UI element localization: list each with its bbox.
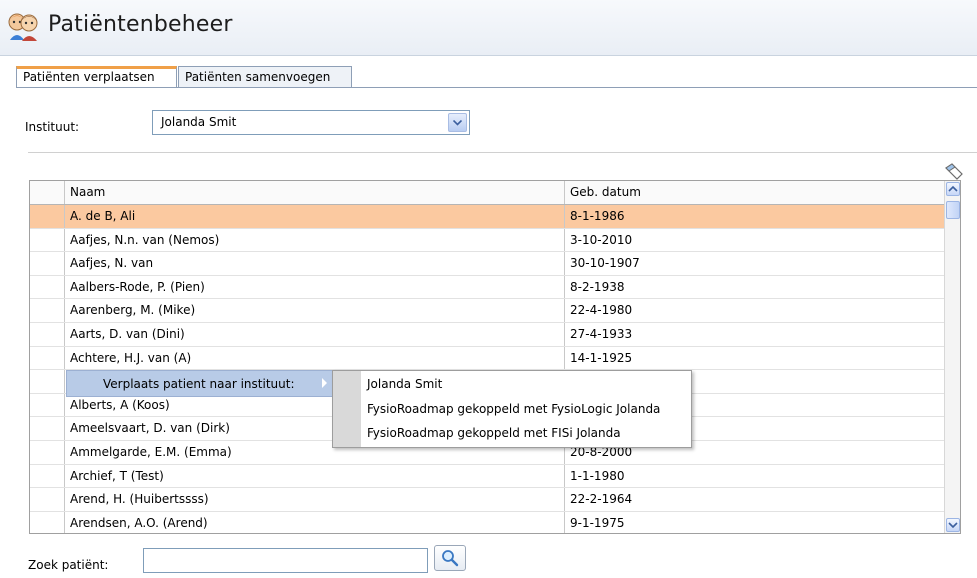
cell-naam: Aafjes, N. van bbox=[70, 256, 154, 271]
column-separator bbox=[64, 370, 65, 393]
cell-geb-datum: 22-4-1980 bbox=[570, 303, 633, 318]
column-separator bbox=[64, 322, 65, 346]
column-separator bbox=[564, 181, 565, 204]
cell-geb-datum: 1-1-1980 bbox=[570, 468, 625, 483]
scroll-up-button[interactable] bbox=[946, 182, 960, 196]
patient-grid: Naam Geb. datum A. de B, Ali 8-1-1986 Aafj… bbox=[29, 180, 961, 534]
institute-select-value: Jolanda Smit bbox=[161, 115, 237, 129]
cell-naam: Aarts, D. van (Dini) bbox=[70, 326, 185, 341]
search-icon bbox=[442, 550, 459, 567]
cell-naam: Ammelgarde, E.M. (Emma) bbox=[70, 444, 232, 459]
column-separator bbox=[64, 252, 65, 275]
submenu-item-jolanda-smit[interactable]: Jolanda Smit bbox=[367, 377, 442, 397]
scroll-down-button[interactable] bbox=[946, 518, 960, 532]
grid-header: Naam Geb. datum bbox=[30, 181, 945, 205]
column-separator bbox=[564, 299, 565, 322]
table-row[interactable]: A. de B, Ali 8-1-1986 bbox=[30, 205, 945, 229]
cell-geb-datum: 9-1-1975 bbox=[570, 515, 625, 530]
column-separator bbox=[564, 275, 565, 299]
table-row[interactable]: Achtere, H.J. van (A) 14-1-1925 bbox=[30, 346, 945, 371]
column-separator bbox=[564, 205, 565, 228]
cell-naam: Achtere, H.J. van (A) bbox=[70, 350, 192, 365]
column-header-geb-datum[interactable]: Geb. datum bbox=[570, 185, 641, 199]
column-separator bbox=[64, 275, 65, 299]
cell-naam: Aafjes, N.n. van (Nemos) bbox=[70, 232, 220, 247]
table-row[interactable]: Aarenberg, M. (Mike) 22-4-1980 bbox=[30, 299, 945, 323]
page-title: Patiëntenbeheer bbox=[48, 12, 233, 37]
cell-geb-datum: 22-2-1964 bbox=[570, 492, 633, 507]
column-separator bbox=[64, 205, 65, 228]
separator bbox=[28, 152, 977, 153]
table-row[interactable]: Aalbers-Rode, P. (Pien) 8-2-1938 bbox=[30, 275, 945, 300]
context-menu-label: Verplaats patient naar instituut: bbox=[103, 377, 295, 391]
cell-naam: Arend, H. (Huibertssss) bbox=[70, 492, 209, 507]
search-label: Zoek patiënt: bbox=[28, 558, 109, 572]
cell-geb-datum: 3-10-2010 bbox=[570, 232, 633, 247]
column-separator bbox=[564, 488, 565, 511]
context-menu-item-move-patient[interactable]: Verplaats patient naar instituut: bbox=[66, 370, 336, 397]
column-separator bbox=[564, 464, 565, 488]
table-row[interactable]: Arend, H. (Huibertssss) 22-2-1964 bbox=[30, 488, 945, 512]
cell-geb-datum: 30-10-1907 bbox=[570, 256, 640, 271]
cell-naam: Alberts, A (Koos) bbox=[70, 397, 170, 412]
column-separator bbox=[64, 440, 65, 464]
column-separator bbox=[564, 511, 565, 533]
institute-label: Instituut: bbox=[25, 120, 80, 134]
cell-geb-datum: 8-1-1986 bbox=[570, 209, 625, 223]
scroll-thumb[interactable] bbox=[946, 201, 960, 219]
column-header-naam[interactable]: Naam bbox=[70, 185, 105, 199]
institute-submenu: Jolanda Smit FysioRoadmap gekoppeld met … bbox=[332, 370, 692, 448]
tab-patienten-verplaatsen[interactable]: Patiënten verplaatsen bbox=[16, 66, 177, 88]
column-separator bbox=[64, 464, 65, 488]
table-row[interactable]: Aarts, D. van (Dini) 27-4-1933 bbox=[30, 322, 945, 347]
submenu-item-fysiologic-jolanda[interactable]: FysioRoadmap gekoppeld met FysioLogic Jo… bbox=[367, 402, 660, 422]
table-row[interactable]: Aafjes, N. van 30-10-1907 bbox=[30, 252, 945, 276]
institute-select[interactable]: Jolanda Smit bbox=[152, 110, 470, 135]
column-separator bbox=[64, 346, 65, 370]
table-row[interactable]: Arendsen, A.O. (Arend) 9-1-1975 bbox=[30, 511, 945, 533]
column-separator bbox=[564, 252, 565, 275]
cell-naam: Aarenberg, M. (Mike) bbox=[70, 303, 196, 318]
submenu-item-fisi-jolanda[interactable]: FysioRoadmap gekoppeld met FISi Jolanda bbox=[367, 426, 621, 446]
cell-geb-datum: 27-4-1933 bbox=[570, 326, 633, 341]
chevron-right-icon bbox=[322, 378, 327, 388]
cell-naam: Ameelsvaart, D. van (Dirk) bbox=[70, 421, 230, 436]
search-button[interactable] bbox=[434, 545, 466, 571]
column-separator bbox=[64, 393, 65, 417]
cell-geb-datum: 14-1-1925 bbox=[570, 350, 633, 365]
cell-geb-datum: 8-2-1938 bbox=[570, 279, 625, 294]
search-input[interactable] bbox=[143, 548, 428, 573]
submenu-gutter bbox=[333, 371, 361, 447]
column-separator bbox=[64, 417, 65, 440]
table-row[interactable]: Aafjes, N.n. van (Nemos) 3-10-2010 bbox=[30, 228, 945, 253]
cell-naam: Arendsen, A.O. (Arend) bbox=[70, 515, 208, 530]
column-separator bbox=[64, 228, 65, 252]
table-row[interactable]: Archief, T (Test) 1-1-1980 bbox=[30, 464, 945, 489]
column-separator bbox=[64, 299, 65, 322]
column-separator bbox=[64, 511, 65, 533]
cell-naam: Archief, T (Test) bbox=[70, 468, 164, 483]
column-separator bbox=[564, 228, 565, 252]
eraser-icon[interactable] bbox=[943, 162, 965, 182]
title-bar: Patiëntenbeheer bbox=[0, 0, 977, 56]
cell-naam: Aalbers-Rode, P. (Pien) bbox=[70, 279, 205, 294]
patients-icon bbox=[8, 13, 38, 41]
tab-divider bbox=[16, 87, 977, 88]
column-separator bbox=[564, 322, 565, 346]
column-separator bbox=[64, 488, 65, 511]
column-separator bbox=[564, 346, 565, 370]
cell-naam: A. de B, Ali bbox=[70, 209, 136, 223]
vertical-scrollbar[interactable] bbox=[944, 181, 960, 533]
tab-patienten-samenvoegen[interactable]: Patiënten samenvoegen bbox=[178, 66, 352, 88]
chevron-down-icon[interactable] bbox=[448, 113, 467, 132]
column-separator bbox=[64, 181, 65, 204]
